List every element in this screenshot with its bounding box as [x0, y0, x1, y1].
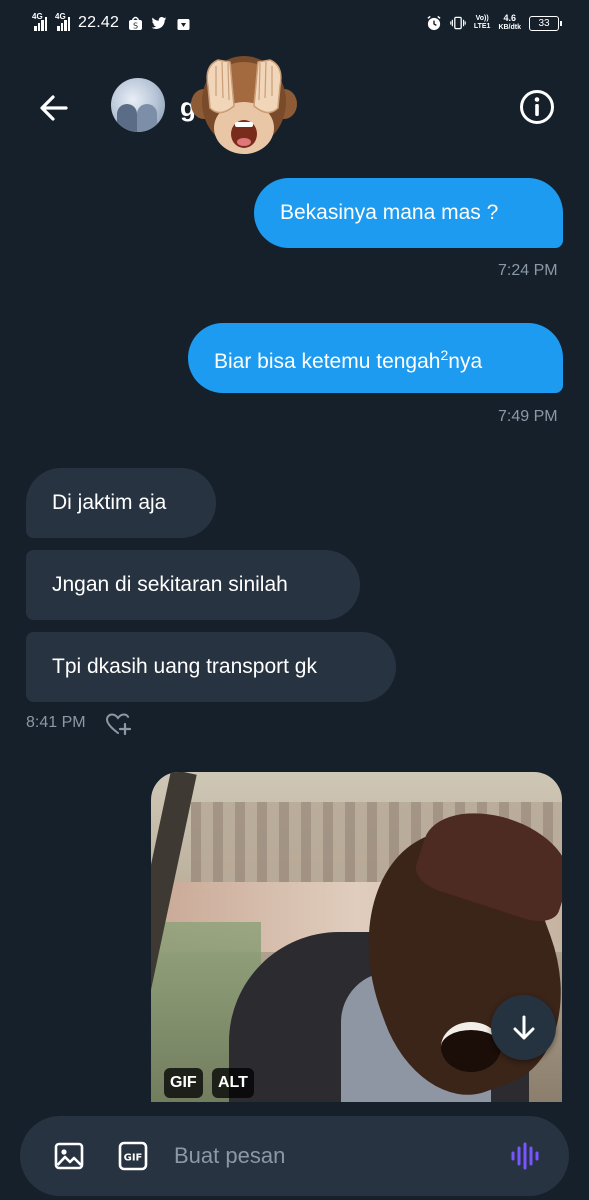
voice-message-button[interactable] — [507, 1138, 543, 1174]
scroll-to-bottom-button[interactable] — [491, 995, 556, 1060]
volte-bottom-label: LTE1 — [473, 23, 491, 30]
shopee-icon: S — [127, 15, 143, 31]
message-timestamp: 8:41 PM — [26, 714, 86, 731]
add-gif-button[interactable]: GIF — [115, 1138, 151, 1174]
gif-icon-label: GIF — [124, 1153, 143, 1164]
vibrate-icon — [450, 15, 466, 31]
received-message-bubble[interactable]: Tpi dkasih uang transport gk — [26, 632, 396, 702]
received-message-bubble[interactable]: Di jaktim aja — [26, 468, 216, 538]
network-speed: 4.6 KB/dtk — [498, 14, 521, 32]
back-button[interactable] — [34, 88, 74, 128]
alarm-icon — [426, 15, 442, 31]
signal-strength-icon-2: 4G — [55, 12, 70, 31]
message-text: Di jaktim aja — [52, 491, 167, 514]
volte-top-label: Vo)) — [475, 15, 489, 22]
message-text-part: Biar bisa ketemu tengah — [214, 349, 441, 373]
message-timestamp: 7:24 PM — [498, 262, 558, 279]
arrow-down-icon — [513, 1015, 534, 1039]
twitter-icon — [151, 15, 167, 31]
received-message-bubble[interactable]: Jngan di sekitaran sinilah — [26, 550, 360, 620]
volte-indicator: Vo)) LTE1 — [474, 15, 491, 31]
image-icon — [54, 1142, 84, 1170]
message-text: Jngan di sekitaran sinilah — [52, 573, 288, 596]
conversation-header: ga — [0, 56, 589, 156]
signal-strength-icon: 4G — [32, 12, 47, 31]
message-text: Biar bisa ketemu tengah2nya — [214, 342, 482, 375]
message-text: Bekasinya mana mas ? — [280, 201, 499, 224]
message-text-part: nya — [448, 349, 483, 373]
gif-badge: GIF — [164, 1068, 203, 1098]
avatar[interactable] — [111, 78, 165, 132]
battery-level: 33 — [538, 17, 550, 29]
alt-text-button[interactable]: ALT — [212, 1068, 254, 1098]
network-type-label-2: 4G — [55, 12, 66, 21]
gif-icon: GIF — [118, 1141, 148, 1171]
svg-text:S: S — [133, 21, 138, 30]
info-button[interactable] — [518, 88, 556, 126]
status-time: 22.42 — [78, 14, 120, 31]
message-timestamp: 7:49 PM — [498, 408, 558, 425]
network-speed-unit: KB/dtk — [498, 24, 521, 31]
heart-plus-icon — [105, 713, 132, 736]
arrow-left-icon — [40, 95, 68, 121]
gif-message[interactable] — [151, 772, 562, 1102]
network-speed-value: 4.6 — [503, 13, 516, 23]
message-input[interactable]: Buat pesan — [174, 1138, 484, 1174]
add-reaction-button[interactable] — [104, 710, 132, 738]
add-photo-button[interactable] — [51, 1138, 87, 1174]
voice-wave-icon — [511, 1142, 539, 1170]
network-type-label: 4G — [32, 12, 43, 21]
message-text: Tpi dkasih uang transport gk — [52, 655, 317, 678]
see-no-evil-monkey-sticker — [190, 46, 298, 162]
battery-icon: 33 — [529, 15, 562, 31]
status-bar: 4G 4G 22.42 S Vo)) LTE1 4.6 KB/dtk 33 — [0, 0, 589, 46]
sent-message-bubble[interactable]: Biar bisa ketemu tengah2nya — [188, 323, 563, 393]
shopping-bag-icon — [175, 15, 191, 31]
sent-message-bubble[interactable]: Bekasinya mana mas ? — [254, 178, 563, 248]
message-composer: GIF Buat pesan — [20, 1116, 569, 1196]
info-icon — [520, 90, 554, 124]
